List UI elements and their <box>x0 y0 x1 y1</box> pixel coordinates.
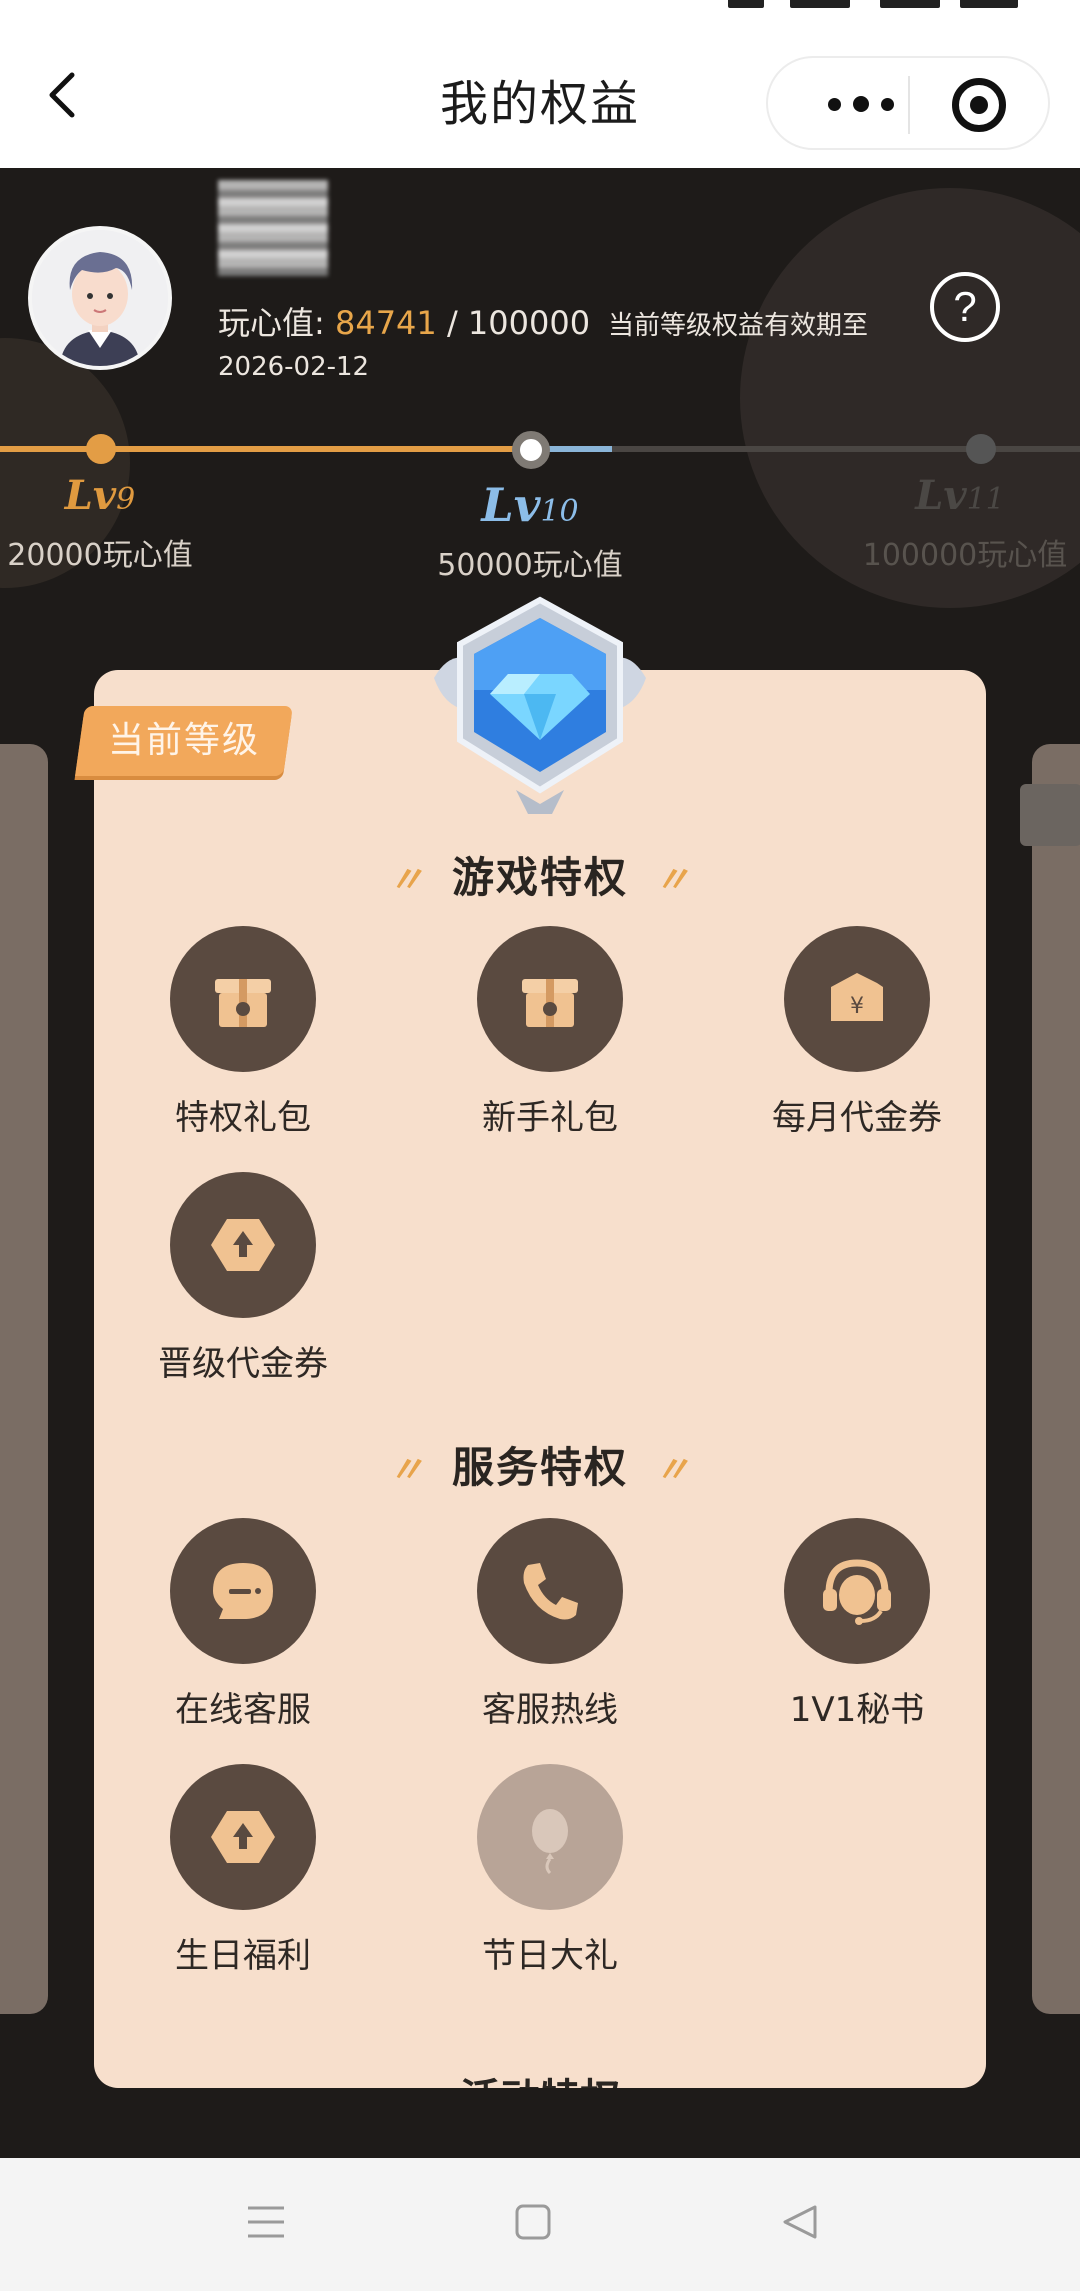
headset-icon <box>823 1559 891 1625</box>
menu-lines-icon <box>248 2206 284 2238</box>
gift-box-icon <box>522 979 578 1027</box>
benefit-label: 每月代金券 <box>772 1098 942 1138</box>
benefit-personal-secretary[interactable]: 1V1秘书 <box>747 1518 967 1731</box>
username-redacted <box>218 180 328 276</box>
benefit-birthday[interactable]: 生日福利 <box>133 1764 353 1977</box>
level-requirement-10: 50000玩心值 <box>437 548 623 583</box>
points-total: / 100000 <box>436 304 591 342</box>
gift-box-icon <box>215 979 271 1027</box>
chat-bubble-icon <box>213 1563 273 1619</box>
benefit-label: 生日福利 <box>175 1936 311 1976</box>
level-label-9[interactable]: Lv9 <box>30 472 170 519</box>
home-button[interactable] <box>503 2192 563 2252</box>
upgrade-icon <box>211 1811 275 1863</box>
benefit-label: 在线客服 <box>175 1690 311 1730</box>
diamond-level-emblem-icon <box>434 596 646 814</box>
validity-note: 当前等级权益有效期至 <box>608 311 869 341</box>
help-button[interactable]: ? <box>930 272 1000 342</box>
expire-date: 2026-02-12 <box>218 352 370 382</box>
status-bar <box>0 0 1080 22</box>
balloon-icon <box>532 1809 568 1875</box>
previous-level-card[interactable] <box>0 744 48 2014</box>
benefit-festival-gift[interactable]: 节日大礼 <box>440 1764 660 1977</box>
level-label-10[interactable]: Lv10 <box>440 478 620 532</box>
benefit-label: 晋级代金券 <box>158 1344 328 1384</box>
benefit-label: 1V1秘书 <box>789 1690 925 1730</box>
navigation-bar: 我的权益 <box>0 22 1080 168</box>
section-title-service: 〃服务特权〃 <box>387 1443 693 1492</box>
voucher-icon: ¥ <box>831 973 883 1021</box>
points-summary: 玩心值: 84741 / 100000 当前等级权益有效期至 <box>218 304 869 342</box>
close-mini-program-button[interactable] <box>952 78 1006 132</box>
benefit-label: 客服热线 <box>482 1690 618 1730</box>
level-label-11[interactable]: Lv11 <box>880 472 1040 519</box>
level-requirement-11: 100000玩心值 <box>862 538 1068 573</box>
benefit-service-hotline[interactable]: 客服热线 <box>440 1518 660 1731</box>
section-title-game: 〃游戏特权〃 <box>387 853 693 902</box>
level-progress-fill <box>0 446 530 452</box>
benefit-online-service[interactable]: 在线客服 <box>133 1518 353 1731</box>
square-icon <box>515 2204 551 2240</box>
more-options-button[interactable] <box>806 86 916 122</box>
level-node-11 <box>966 434 996 464</box>
triangle-back-icon <box>783 2205 817 2239</box>
mini-program-capsule <box>766 56 1050 150</box>
benefit-privilege-gift[interactable]: 特权礼包 <box>133 926 353 1139</box>
phone-icon <box>523 1563 578 1620</box>
benefit-label: 新手礼包 <box>482 1098 618 1138</box>
system-back-button[interactable] <box>770 2192 830 2252</box>
user-avatar-icon <box>32 230 168 366</box>
benefit-label: 节日大礼 <box>482 1936 618 1976</box>
avatar[interactable] <box>28 226 172 370</box>
level-node-10 <box>512 431 550 469</box>
benefit-label: 特权礼包 <box>175 1098 311 1138</box>
rights-hero: 玩心值: 84741 / 100000 当前等级权益有效期至 2026-02-12… <box>0 168 1080 2158</box>
points-current: 84741 <box>334 304 437 342</box>
next-level-card[interactable] <box>1032 744 1080 2014</box>
benefit-upgrade-voucher[interactable]: 晋级代金券 <box>133 1172 353 1385</box>
level-benefits-card: 〃游戏特权〃 特权礼包 新手礼包 ¥ 每月代金券 晋级代金券 〃 服务特权 〃 … <box>94 670 986 2088</box>
question-mark-icon: ? <box>953 283 977 330</box>
level-requirement-9: 20000玩心值 <box>7 538 193 573</box>
svg-text:¥: ¥ <box>850 994 864 1019</box>
upgrade-icon <box>211 1219 275 1271</box>
section-title-activity: 活动特权 <box>94 2066 986 2088</box>
current-level-tag: 当前等级 <box>75 706 293 776</box>
level-node-9 <box>86 434 116 464</box>
more-dots-icon <box>828 97 841 111</box>
benefit-monthly-voucher[interactable]: ¥ 每月代金券 <box>747 926 967 1139</box>
recent-apps-button[interactable] <box>236 2192 296 2252</box>
system-navigation-bar <box>0 2158 1080 2291</box>
benefit-newbie-gift[interactable]: 新手礼包 <box>440 926 660 1139</box>
